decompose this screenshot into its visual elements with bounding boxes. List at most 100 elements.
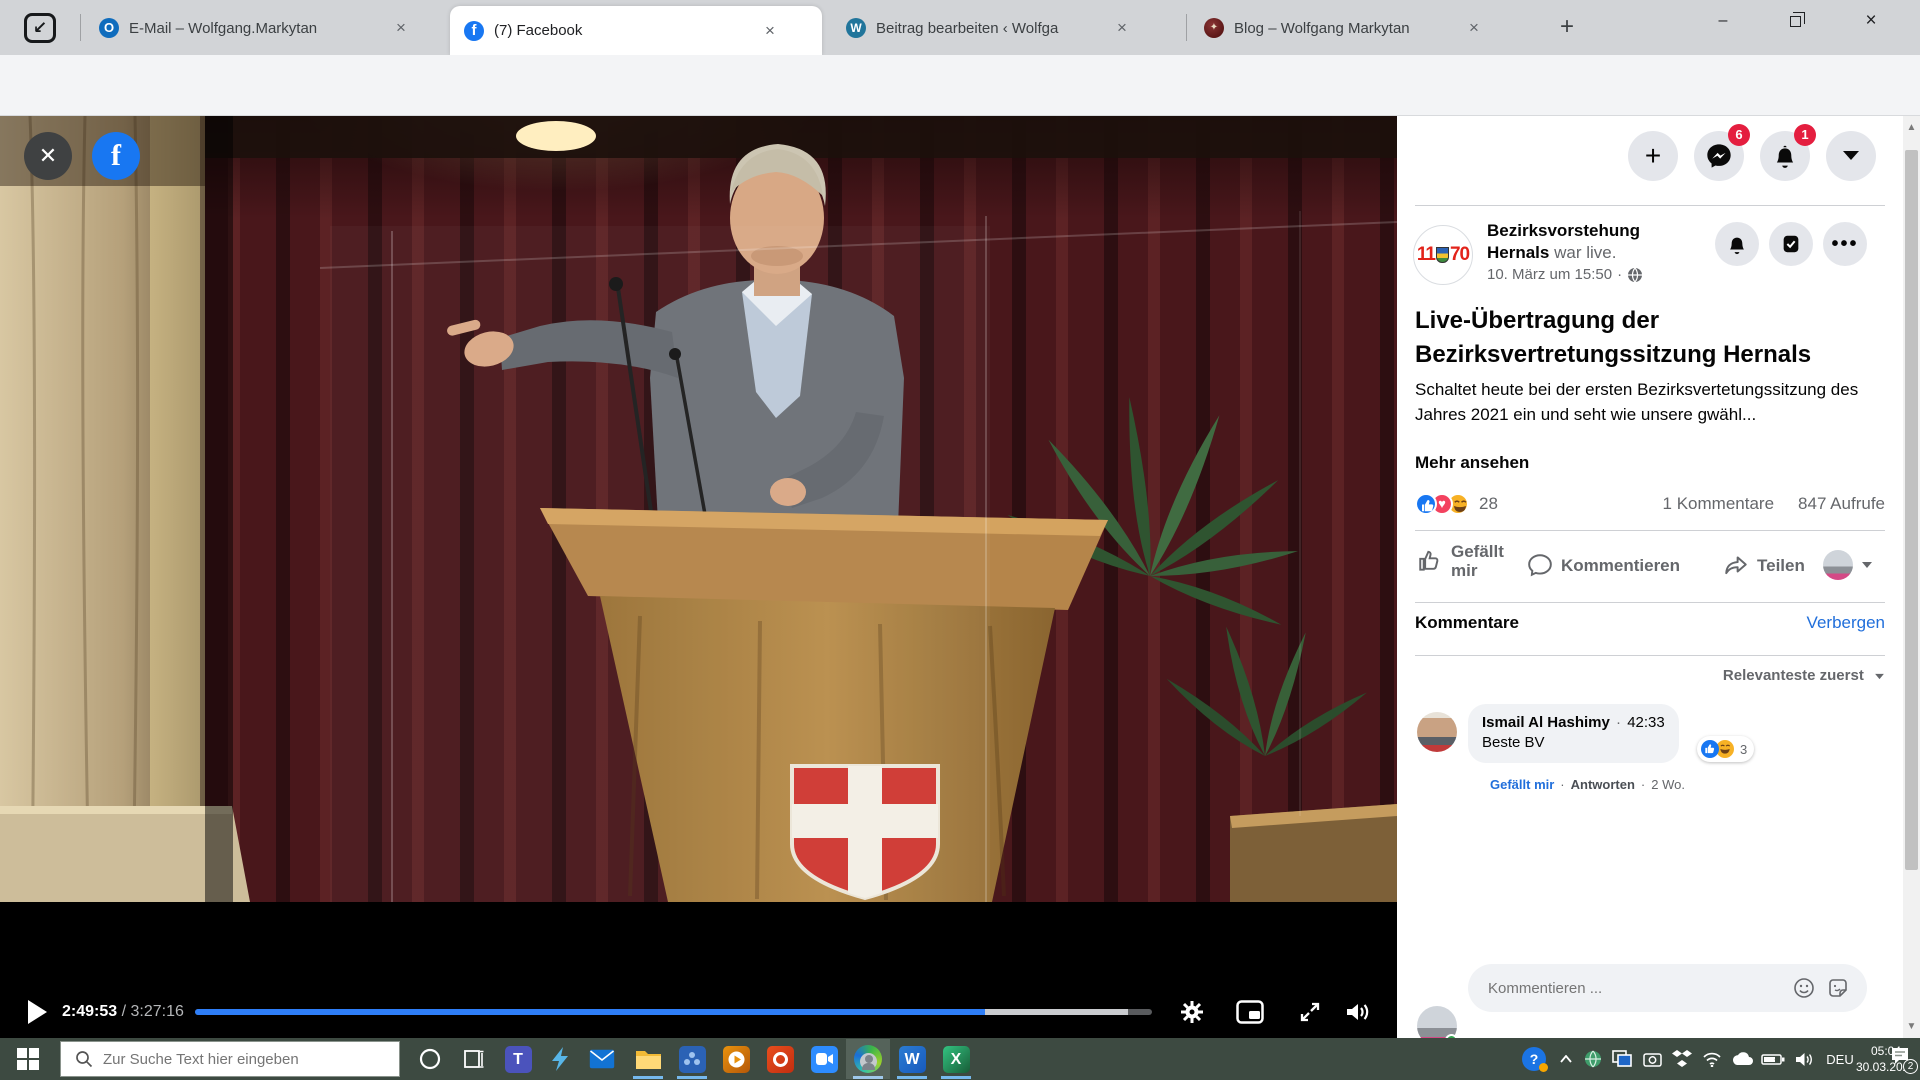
tray-volume-icon[interactable] (1790, 1039, 1818, 1079)
picture-in-picture-icon[interactable] (1232, 994, 1268, 1030)
tray-onedrive-icon[interactable] (1728, 1039, 1756, 1079)
taskbar-app-file-explorer[interactable] (626, 1039, 670, 1079)
post-more-button[interactable]: ••• (1823, 222, 1867, 266)
video-progress-bar[interactable] (195, 1009, 1152, 1015)
tray-notifications-icon[interactable]: 2 (1884, 1039, 1920, 1079)
tab-title: (7) Facebook (494, 22, 756, 39)
facebook-logo[interactable]: f (92, 132, 140, 180)
taskbar-app-edge-active[interactable] (846, 1039, 890, 1079)
close-icon[interactable]: × (1112, 18, 1132, 38)
tray-displays-icon[interactable] (1608, 1039, 1636, 1079)
commenter-name[interactable]: Ismail Al Hashimy (1482, 714, 1610, 731)
taskbar-app-lightning[interactable] (538, 1039, 582, 1079)
share-as-profile-selector[interactable] (1823, 550, 1873, 580)
post-date[interactable]: 10. März um 15:50· (1487, 266, 1643, 283)
view-count: 847 Aufrufe (1798, 494, 1885, 514)
tray-dropbox-icon[interactable] (1668, 1039, 1696, 1079)
see-more-link[interactable]: Mehr ansehen (1415, 453, 1529, 473)
share-button[interactable]: Teilen (1723, 552, 1805, 578)
divider (1415, 602, 1885, 603)
like-reaction-icon (1701, 740, 1719, 758)
taskbar-app-zoom[interactable] (802, 1039, 846, 1079)
scrollbar-thumb[interactable] (1905, 150, 1918, 870)
like-button[interactable]: Gefällt mir (1417, 542, 1509, 580)
tab-title: E-Mail – Wolfgang.Markytan (129, 20, 387, 37)
tab-blog[interactable]: ✦ Blog – Wolfgang Markytan × (1190, 8, 1525, 48)
vertical-tabs-icon[interactable]: ↙ (24, 13, 56, 43)
post-title: Live-Übertragung der Bezirksvertretungss… (1415, 304, 1875, 372)
scrollbar-up-arrow[interactable]: ▲ (1903, 119, 1920, 136)
taskbar-search[interactable] (60, 1041, 400, 1077)
hide-comments-link[interactable]: Verbergen (1807, 613, 1885, 633)
page-avatar[interactable]: 1170 (1413, 225, 1473, 285)
video-close-button[interactable]: ✕ (24, 132, 72, 180)
video-frame (0, 116, 1397, 902)
crest-icon (1436, 247, 1449, 263)
fullscreen-icon[interactable] (1292, 994, 1328, 1030)
taskbar-app-notes[interactable] (670, 1039, 714, 1079)
post-body: Schaltet heute bei der ersten Bezirksver… (1415, 377, 1862, 427)
comment-reactions-pill[interactable]: 3 (1697, 736, 1754, 762)
like-reaction-icon[interactable] (1415, 493, 1437, 515)
taskbar-app-mail[interactable] (580, 1039, 624, 1079)
window-close-button[interactable]: × (1848, 0, 1894, 42)
start-button[interactable] (6, 1039, 50, 1079)
comment-reply-link[interactable]: Antworten (1571, 777, 1635, 792)
tray-battery-icon[interactable] (1758, 1039, 1788, 1079)
tray-camera-icon[interactable] (1638, 1039, 1666, 1079)
comment-video-timestamp[interactable]: 42:33 (1627, 714, 1665, 731)
follow-bell-button[interactable] (1715, 222, 1759, 266)
comment-button[interactable]: Kommentieren (1527, 552, 1680, 578)
task-view-button[interactable] (452, 1039, 496, 1079)
tab-title: Blog – Wolfgang Markytan (1234, 20, 1460, 37)
running-indicator (853, 1076, 883, 1079)
comment-count[interactable]: 1 Kommentare (1663, 494, 1775, 514)
new-tab-button[interactable]: + (1552, 13, 1582, 43)
close-icon[interactable]: × (391, 18, 411, 38)
page-name[interactable]: Bezirksvorstehung Hernals war live. (1487, 220, 1687, 264)
saved-bookmark-button[interactable] (1769, 222, 1813, 266)
restore-button[interactable] (1772, 0, 1818, 42)
play-icon[interactable] (28, 1000, 47, 1024)
comment-input[interactable] (1488, 980, 1768, 997)
tray-chevron-up-icon[interactable] (1554, 1039, 1578, 1079)
sticker-icon[interactable] (1827, 977, 1849, 999)
taskbar-app-excel[interactable]: X (934, 1039, 978, 1079)
tray-globe-icon[interactable] (1580, 1039, 1606, 1079)
volume-icon[interactable] (1340, 994, 1376, 1030)
notification-count-badge: 2 (1903, 1059, 1918, 1074)
cortana-button[interactable] (408, 1039, 452, 1079)
create-plus-button[interactable]: + (1628, 131, 1678, 181)
commenter-avatar[interactable] (1417, 712, 1457, 752)
emoji-icon[interactable] (1793, 977, 1815, 999)
taskbar-app-teams[interactable]: T (496, 1039, 540, 1079)
browser-toolbar: ← → ↻ ••• (0, 55, 1920, 116)
running-indicator (633, 1076, 663, 1079)
reaction-count[interactable]: 28 (1479, 494, 1498, 514)
search-icon (75, 1050, 93, 1068)
tab-facebook-active[interactable]: f (7) Facebook × (450, 6, 822, 55)
account-chevron-button[interactable] (1826, 131, 1876, 181)
tray-help-icon[interactable]: ? (1518, 1039, 1550, 1079)
comment-composer[interactable] (1468, 964, 1867, 1012)
running-indicator (677, 1076, 707, 1079)
facebook-sidebar: + 6 1 1170 Bezirksvorstehung Hernals war… (1397, 116, 1920, 1038)
video-progress-fill (195, 1009, 985, 1015)
tab-wordpress[interactable]: W Beitrag bearbeiten ‹ Wolfga × (832, 8, 1177, 48)
tray-wifi-icon[interactable] (1698, 1039, 1726, 1079)
video-player[interactable]: ✕ f 2:49:53 / 3:27:16 (0, 116, 1397, 1038)
comment-like-link[interactable]: Gefällt mir (1490, 777, 1554, 792)
scrollbar-down-arrow[interactable]: ▼ (1903, 1018, 1920, 1035)
minimize-button[interactable]: – (1700, 0, 1746, 42)
close-icon[interactable]: × (1464, 18, 1484, 38)
page-content: ✕ f 2:49:53 / 3:27:16 (0, 116, 1920, 1038)
settings-gear-icon[interactable] (1174, 994, 1210, 1030)
taskbar-app-media-player[interactable] (714, 1039, 758, 1079)
tab-email[interactable]: O E-Mail – Wolfgang.Markytan × (85, 8, 440, 48)
comment-sort-selector[interactable]: Relevanteste zuerst (1415, 667, 1885, 684)
comment-meta-row: Gefällt mir · Antworten · 2 Wo. (1490, 777, 1685, 792)
taskbar-app-office[interactable] (758, 1039, 802, 1079)
taskbar-app-word[interactable]: W (890, 1039, 934, 1079)
close-icon[interactable]: × (760, 21, 780, 41)
search-input[interactable] (103, 1051, 373, 1068)
